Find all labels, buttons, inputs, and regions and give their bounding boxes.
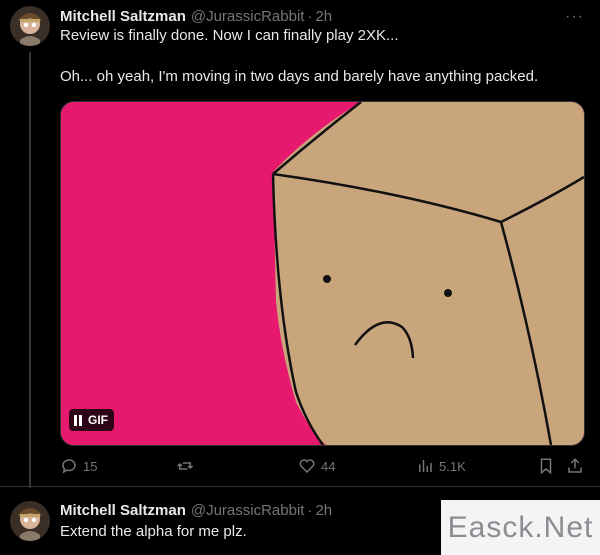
views-count: 5.1K — [439, 458, 466, 474]
avatar[interactable] — [10, 6, 50, 46]
timestamp[interactable]: 2h — [315, 502, 332, 519]
gif-media[interactable]: GIF — [60, 101, 585, 446]
gif-badge[interactable]: GIF — [69, 409, 114, 431]
more-horizontal-icon[interactable]: ··· — [565, 8, 584, 26]
retweet-icon — [176, 462, 194, 470]
thread-line — [29, 52, 31, 488]
bookmark-button[interactable] — [537, 456, 560, 476]
user-handle[interactable]: @JurassicRabbit — [191, 8, 305, 25]
separator: · — [307, 7, 313, 25]
user-handle[interactable]: @JurassicRabbit — [191, 502, 305, 519]
reply-count: 15 — [83, 458, 98, 474]
tweet-text-line-1: Review is finally done. Now I can finall… — [60, 27, 399, 44]
tweet-1[interactable]: Mitchell Saltzman @JurassicRabbit · 2h ·… — [0, 0, 600, 488]
avatar[interactable] — [10, 501, 50, 541]
heart-icon — [299, 459, 315, 474]
tweet-header: Mitchell Saltzman @JurassicRabbit · 2h — [60, 499, 332, 521]
retweet-button[interactable] — [176, 456, 199, 476]
display-name[interactable]: Mitchell Saltzman — [60, 8, 186, 25]
tweet-header: Mitchell Saltzman @JurassicRabbit · 2h — [60, 5, 332, 27]
tweet-text: Extend the alpha for me plz. — [60, 523, 247, 540]
separator: · — [307, 501, 313, 519]
timestamp[interactable]: 2h — [315, 8, 332, 25]
like-button[interactable]: 44 — [298, 456, 335, 476]
share-icon — [568, 458, 582, 473]
reply-button[interactable]: 15 — [60, 456, 97, 476]
sad-box-illustration — [61, 102, 584, 445]
watermark: Easck.Net — [441, 500, 600, 555]
pause-icon[interactable] — [73, 414, 83, 426]
like-count: 44 — [321, 458, 336, 474]
views-button[interactable]: 5.1K — [416, 456, 466, 476]
views-icon — [419, 460, 432, 472]
display-name[interactable]: Mitchell Saltzman — [60, 502, 186, 519]
action-bar: 15 44 5.1K — [60, 456, 585, 476]
reply-icon — [62, 459, 76, 474]
tweet-text-line-2: Oh... oh yeah, I'm moving in two days an… — [60, 68, 539, 85]
bookmark-icon — [540, 458, 552, 475]
share-button[interactable] — [566, 456, 589, 476]
gif-label: GIF — [88, 413, 108, 427]
